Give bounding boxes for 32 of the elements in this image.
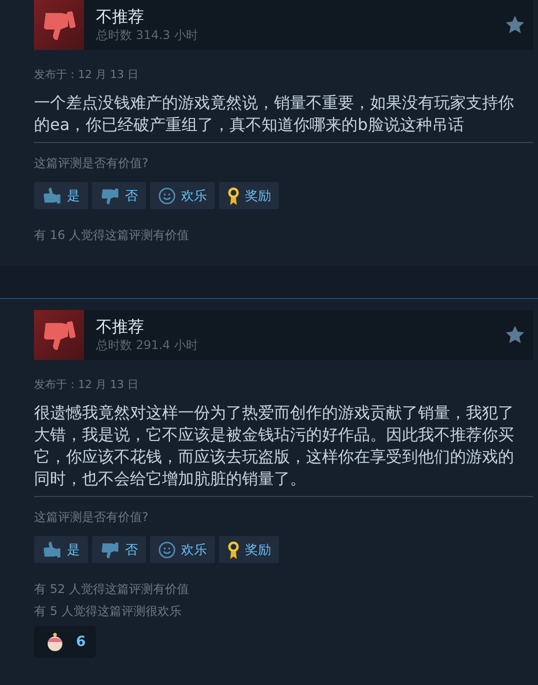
smiley-icon bbox=[158, 540, 176, 558]
no-button[interactable]: 否 bbox=[92, 536, 146, 563]
review-text: 一个差点没钱难产的游戏竟然说，销量不重要，如果没有玩家支持你的ea，你已经破产重组了，真不知道你哪来的b脸说这种吊话 bbox=[34, 92, 515, 136]
award-button[interactable]: 奖励 bbox=[219, 182, 279, 209]
no-button[interactable]: 否 bbox=[92, 182, 146, 209]
playtime-text: 总时数 291.4 小时 bbox=[96, 337, 199, 353]
thumbs-down-icon bbox=[100, 540, 120, 560]
funny-button[interactable]: 欢乐 bbox=[150, 536, 215, 563]
award-ribbon-icon bbox=[227, 186, 240, 206]
verdict-title: 不推荐 bbox=[96, 317, 145, 337]
helpful-count: 有 16 人觉得这篇评测有价值 bbox=[34, 227, 190, 244]
post-date: 发布于：12 月 13 日 bbox=[34, 377, 140, 392]
helpful-count: 有 5 人觉得这篇评测很欢乐 bbox=[34, 603, 182, 620]
helpful-question: 这篇评测是否有价值? bbox=[34, 509, 150, 526]
thumbs-down-icon bbox=[100, 186, 120, 206]
award-ribbon-icon bbox=[227, 540, 240, 560]
post-date: 发布于：12 月 13 日 bbox=[34, 67, 140, 82]
thumbs-up-icon bbox=[42, 540, 62, 560]
review-text: 很遗憾我竟然对这样一份为了热爱而创作的游戏贡献了销量，我犯了大错，我是说，它不应该是被金钱玷污的好作品。因此我不推荐你买它，你应该不花钱，而应该去玩盗版，这样你在享受到他们的游戏的同时，也不会给它增加肮脏的销量了。 bbox=[34, 402, 515, 490]
thumbs-up-icon bbox=[42, 186, 62, 206]
helpful-question: 这篇评测是否有价值? bbox=[34, 155, 150, 172]
award-button[interactable]: 奖励 bbox=[219, 536, 279, 563]
playtime-text: 总时数 314.3 小时 bbox=[96, 27, 199, 43]
funny-button[interactable]: 欢乐 bbox=[150, 182, 215, 209]
smiley-icon bbox=[158, 186, 176, 204]
verdict-title: 不推荐 bbox=[96, 7, 145, 27]
star-icon[interactable] bbox=[505, 325, 525, 345]
yes-button[interactable]: 是 bbox=[34, 536, 88, 563]
yes-button[interactable]: 是 bbox=[34, 182, 88, 209]
award-badge[interactable]: 6 bbox=[34, 626, 96, 658]
helpful-count: 有 52 人觉得这篇评测有价值 bbox=[34, 581, 190, 598]
star-icon[interactable] bbox=[505, 15, 525, 35]
